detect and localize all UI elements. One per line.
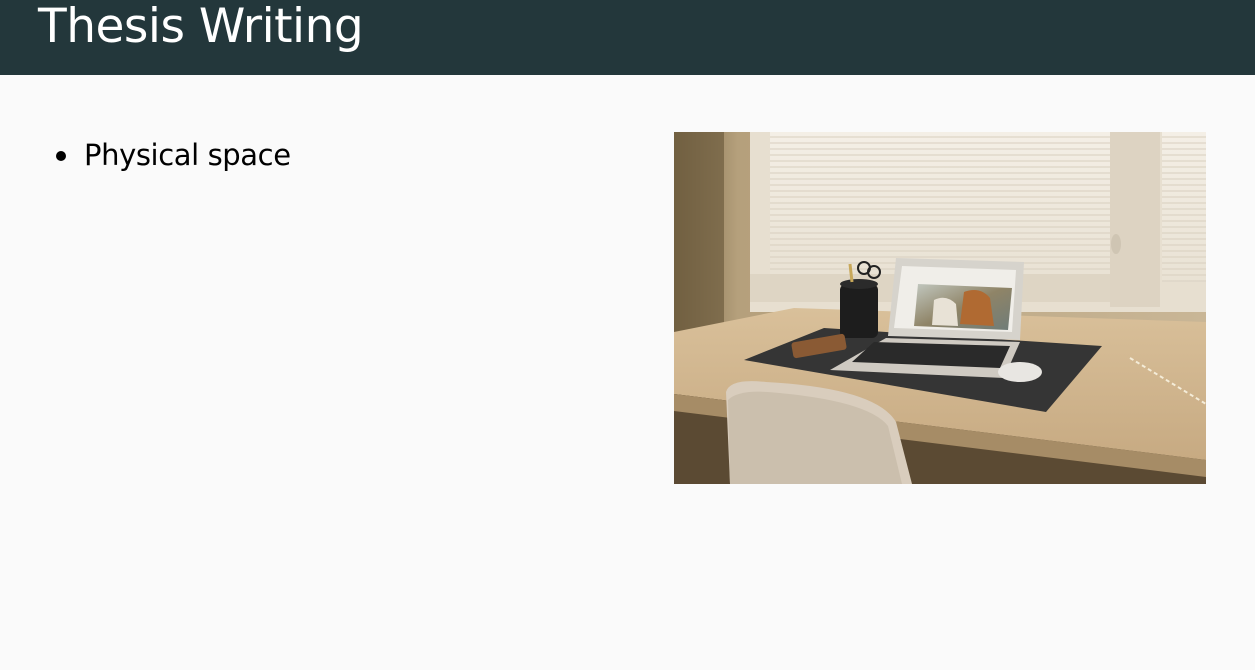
bullet-icon <box>56 151 66 161</box>
bullet-list: Physical space <box>54 136 291 174</box>
bullet-label: Physical space <box>84 138 291 172</box>
bullet-item: Physical space <box>54 136 291 174</box>
slide-header: Thesis Writing <box>0 0 1255 75</box>
desk-laptop-photo <box>674 132 1206 484</box>
slide-title: Thesis Writing <box>38 0 364 54</box>
